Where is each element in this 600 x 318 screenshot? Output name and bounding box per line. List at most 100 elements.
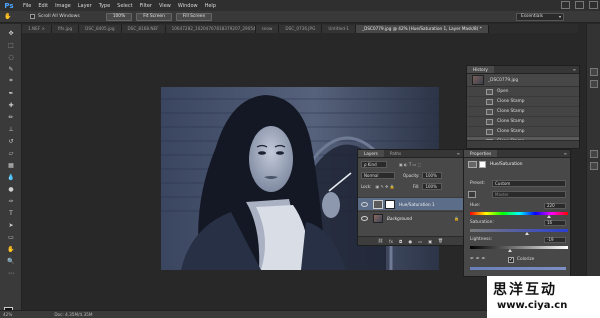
menu-image[interactable]: Image [55,3,71,9]
fill-input[interactable]: 100% [422,183,443,190]
tab-layers[interactable]: Layers [358,150,384,157]
eye-icon[interactable] [361,215,368,221]
panel-menu-icon[interactable]: ≡ [564,150,567,157]
tab-history[interactable]: History [467,66,494,73]
hue-input[interactable]: 220 [544,203,566,209]
hand-tool-icon[interactable]: ✋ [4,244,18,254]
menu-filter[interactable]: Filter [140,3,152,9]
channel-select[interactable]: Master [492,191,566,198]
lightness-slider[interactable] [470,246,568,249]
fit-screen-button[interactable]: Fit Screen [136,12,172,21]
document-tab-active[interactable]: _DSC0779.jpg @ 42% (Hue/Saturation 1, La… [356,25,489,33]
history-brush-tool-icon[interactable]: ↺ [4,136,18,146]
brush-tool-icon[interactable]: ✏ [4,112,18,122]
ellipsis-icon[interactable]: ⋯ [4,268,18,278]
history-panel-icon[interactable] [590,68,598,76]
eyedropper-icons[interactable]: ✒ ✒ ✒ [470,256,486,262]
new-layer-icon[interactable]: ▣ [428,239,432,244]
layer-mask-thumbnail[interactable] [385,199,395,209]
close-button[interactable] [589,1,598,9]
document-tab[interactable]: 10647282_10204767818379207_2905460115386… [165,25,256,33]
mask-icon[interactable] [479,161,486,168]
add-mask-icon[interactable]: ◘ [399,239,402,244]
history-item[interactable]: Clone Stamp [467,97,579,107]
eye-icon[interactable] [361,201,368,207]
adjustments-panel-icon[interactable] [590,150,598,158]
lightness-input[interactable]: -19 [544,237,566,243]
gradient-tool-icon[interactable]: ▦ [4,160,18,170]
history-item[interactable]: Open [467,87,579,97]
opacity-input[interactable]: 100% [422,172,443,179]
saturation-slider-thumb[interactable] [524,232,529,235]
history-item[interactable]: Clone Stamp [467,107,579,117]
saturation-slider[interactable] [470,229,568,232]
menu-help[interactable]: Help [205,3,216,9]
document-tab[interactable]: fifs.jpg [52,25,80,33]
minimize-button[interactable] [561,1,570,9]
zoom-100-button[interactable]: 100% [105,12,133,21]
blend-mode-select[interactable]: Normal [361,172,395,179]
hue-slider-thumb[interactable] [547,215,552,218]
fill-screen-button[interactable]: Fill Screen [175,12,213,21]
tab-paths[interactable]: Paths [383,150,408,157]
quick-select-tool-icon[interactable]: ✎ [4,64,18,74]
lock-icons[interactable]: ▣ ✎ ✥ 🔒 [375,184,394,189]
menu-view[interactable]: View [159,3,171,9]
group-icon[interactable]: ▭ [418,239,422,244]
scroll-all-windows-checkbox[interactable] [30,14,35,19]
tab-properties[interactable]: Properties [464,150,498,157]
panel-menu-icon[interactable]: ≡ [457,150,460,157]
link-layers-icon[interactable]: ⛓ [378,238,383,244]
document-tab[interactable]: DSC_8168.NEF [121,25,166,33]
move-tool-icon[interactable]: ✥ [4,28,18,38]
menu-edit[interactable]: Edit [38,3,48,9]
saturation-input[interactable]: 16 [544,220,566,226]
eraser-tool-icon[interactable]: ▱ [4,148,18,158]
zoom-tool-icon[interactable]: 🔍 [4,256,18,266]
shape-tool-icon[interactable]: ▭ [4,232,18,242]
document-tab[interactable]: Untitled-1 [322,25,357,33]
styles-panel-icon[interactable] [590,162,598,170]
menu-select[interactable]: Select [117,3,132,9]
zoom-readout[interactable]: 42% [3,312,12,317]
layer-row-adjustment[interactable]: Hue/Saturation 1 [358,197,463,210]
hue-slider[interactable] [470,212,568,215]
crop-tool-icon[interactable]: ⌗ [4,76,18,86]
document-tab[interactable]: snow [255,25,280,33]
workspace-select[interactable]: Essentials [516,13,564,21]
eyedropper-tool-icon[interactable]: ✒ [4,88,18,98]
history-item[interactable]: Clone Stamp [467,117,579,127]
adjustment-layer-icon[interactable]: ● [408,239,412,244]
preset-select[interactable]: Custom [492,180,566,187]
menu-file[interactable]: File [23,3,31,9]
trash-icon[interactable]: 🗑 [438,238,443,244]
filter-icons[interactable]: ▣ ◐ T ▭ ⬚ [399,162,421,167]
actions-panel-icon[interactable] [590,80,598,88]
colorize-checkbox[interactable]: ✓ [508,257,514,263]
document-tab[interactable]: DSC_0736.JPG [279,25,323,33]
layer-row-background[interactable]: Background 🔒 [358,211,463,224]
hand-tool-icon[interactable]: ✋ [4,13,14,21]
blur-tool-icon[interactable]: 💧 [4,172,18,182]
panel-menu-icon[interactable]: ≡ [573,66,576,73]
layer-kind-filter[interactable]: ρ Kind [361,161,387,168]
marquee-tool-icon[interactable]: ⬚ [4,40,18,50]
pen-tool-icon[interactable]: ✑ [4,196,18,206]
document-tab[interactable]: DSC_8405.jpg [79,25,122,33]
menu-layer[interactable]: Layer [78,3,92,9]
path-select-tool-icon[interactable]: ➤ [4,220,18,230]
hand-adjust-icon[interactable] [468,191,476,198]
type-tool-icon[interactable]: T [4,208,18,218]
document-tab[interactable]: 1.NEF × [22,25,53,33]
history-item[interactable]: Clone Stamp [467,127,579,137]
dodge-tool-icon[interactable]: ● [4,184,18,194]
history-snapshot[interactable]: _DSC0779.jpg [467,74,579,87]
clone-stamp-tool-icon[interactable]: ⊥ [4,124,18,134]
menu-window[interactable]: Window [178,3,198,9]
lasso-tool-icon[interactable]: ◌ [4,52,18,62]
maximize-button[interactable] [575,1,584,9]
lightness-slider-thumb[interactable] [508,249,513,252]
menu-type[interactable]: Type [99,3,110,9]
spot-healing-tool-icon[interactable]: ✚ [4,100,18,110]
layer-style-button[interactable]: fx [389,239,393,244]
